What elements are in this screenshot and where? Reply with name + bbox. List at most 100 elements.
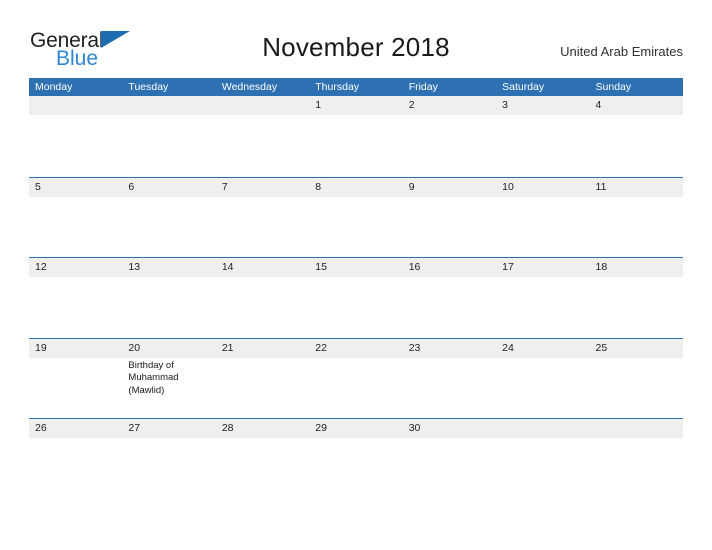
event-cell[interactable] [29, 277, 122, 337]
day-number: 11 [595, 180, 607, 193]
holiday-event-text: Birthday of Muhammad (Mawlid) [128, 359, 179, 396]
event-cell[interactable] [590, 197, 683, 257]
day-cell[interactable]: 9 [403, 178, 496, 197]
event-cell[interactable] [496, 277, 589, 337]
day-cell[interactable]: 17 [496, 258, 589, 277]
event-cell[interactable] [403, 115, 496, 175]
event-cell[interactable] [216, 197, 309, 257]
day-cell[interactable]: 21 [216, 339, 309, 358]
day-number: 27 [128, 422, 141, 434]
day-number: 9 [408, 180, 415, 193]
day-number: 18 [595, 261, 608, 273]
day-cell[interactable]: 29 [309, 419, 402, 438]
day-cell[interactable]: 18 [590, 258, 683, 277]
weekday-header-monday: Monday [35, 81, 73, 93]
event-cell[interactable] [216, 115, 309, 175]
event-cell[interactable] [122, 197, 215, 257]
event-cell[interactable] [403, 277, 496, 337]
day-cell[interactable]: 22 [309, 339, 402, 358]
event-cell[interactable] [496, 197, 589, 257]
week-event-layer [29, 197, 683, 257]
event-cell[interactable] [29, 115, 122, 175]
day-number: 22 [315, 341, 327, 354]
day-number: 24 [502, 341, 514, 354]
event-cell[interactable] [496, 115, 589, 175]
day-cell[interactable]: 25 [590, 339, 683, 358]
day-cell[interactable]: 3 [496, 96, 589, 115]
day-cell[interactable]: 5 [29, 178, 122, 197]
event-cell[interactable] [309, 358, 402, 418]
day-cell[interactable]: 15 [309, 258, 402, 277]
day-cell[interactable]: 12 [29, 258, 122, 277]
week-date-band: 26 27 28 29 30 [29, 419, 683, 438]
event-cell[interactable] [122, 115, 215, 175]
day-cell[interactable] [29, 96, 122, 115]
weekday-header-friday: Friday [408, 81, 438, 93]
week-row: 12 13 14 15 16 17 18 [29, 257, 683, 338]
day-cell[interactable] [590, 419, 683, 438]
event-cell[interactable] [590, 358, 683, 418]
event-cell[interactable] [403, 197, 496, 257]
day-number: 19 [35, 341, 47, 354]
event-cell[interactable] [122, 277, 215, 337]
weekday-header-tuesday: Tuesday [128, 81, 169, 93]
week-row: 1 2 3 4 [29, 96, 683, 177]
event-cell[interactable] [309, 197, 402, 257]
week-event-layer: Birthday of Muhammad (Mawlid) [29, 358, 683, 418]
page-header: General Blue November 2018 United Arab E… [0, 0, 712, 78]
day-number: 2 [408, 99, 415, 111]
day-cell[interactable]: 23 [403, 339, 496, 358]
event-cell[interactable] [309, 115, 402, 175]
day-cell[interactable]: 24 [496, 339, 589, 358]
day-number: 5 [35, 180, 41, 193]
day-cell[interactable]: 30 [403, 419, 496, 438]
calendar-table: Monday Tuesday Wednesday Thursday Friday… [29, 78, 683, 438]
event-cell[interactable] [309, 277, 402, 337]
day-number: 28 [221, 422, 234, 434]
weekday-header-row: Monday Tuesday Wednesday Thursday Friday… [29, 78, 683, 96]
day-cell[interactable]: 7 [216, 178, 309, 197]
day-cell[interactable]: 20 [122, 339, 215, 358]
day-cell[interactable]: 8 [309, 178, 402, 197]
event-cell[interactable] [216, 277, 309, 337]
weekday-header-wednesday: Wednesday [221, 81, 278, 93]
day-cell[interactable]: 1 [309, 96, 402, 115]
day-cell[interactable] [122, 96, 215, 115]
day-cell[interactable]: 16 [403, 258, 496, 277]
day-number: 30 [408, 422, 421, 434]
day-cell[interactable]: 26 [29, 419, 122, 438]
day-number: 4 [595, 99, 602, 111]
day-cell[interactable]: 11 [590, 178, 683, 197]
day-cell[interactable]: 19 [29, 339, 122, 358]
day-number: 21 [221, 341, 234, 354]
week-date-band: 1 2 3 4 [29, 96, 683, 115]
event-cell[interactable] [403, 358, 496, 418]
event-cell[interactable] [216, 358, 309, 418]
day-cell[interactable]: 28 [216, 419, 309, 438]
day-cell[interactable]: 13 [122, 258, 215, 277]
event-cell[interactable]: Birthday of Muhammad (Mawlid) [122, 358, 215, 418]
day-number: 15 [315, 261, 327, 273]
day-number: 12 [35, 261, 47, 273]
region-label: United Arab Emirates [560, 44, 683, 59]
day-number: 26 [35, 422, 47, 434]
event-cell[interactable] [590, 115, 683, 175]
day-number: 10 [502, 180, 514, 193]
event-cell[interactable] [29, 358, 122, 418]
week-row: 26 27 28 29 30 [29, 418, 683, 438]
event-cell[interactable] [496, 358, 589, 418]
day-cell[interactable]: 10 [496, 178, 589, 197]
day-number: 8 [315, 180, 322, 193]
event-cell[interactable] [29, 197, 122, 257]
day-cell[interactable]: 27 [122, 419, 215, 438]
day-cell[interactable] [216, 96, 309, 115]
day-cell[interactable]: 6 [122, 178, 215, 197]
day-cell[interactable]: 14 [216, 258, 309, 277]
event-cell[interactable] [590, 277, 683, 337]
day-cell[interactable]: 4 [590, 96, 683, 115]
day-cell[interactable]: 2 [403, 96, 496, 115]
weekday-header-saturday: Saturday [502, 81, 545, 93]
day-number: 14 [221, 261, 234, 273]
day-number: 16 [408, 261, 421, 273]
day-cell[interactable] [496, 419, 589, 438]
